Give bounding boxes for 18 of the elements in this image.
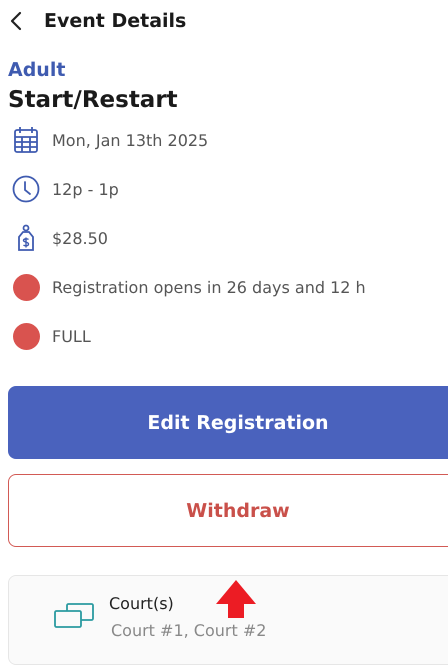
event-category: Adult: [8, 59, 66, 81]
info-text: Registration opens in 26 days and 12 h: [52, 278, 366, 296]
info-text: 12p - 1p: [52, 180, 119, 198]
info-text: Mon, Jan 13th 2025: [52, 130, 208, 150]
info-text: $28.50: [52, 228, 108, 248]
clock-icon: [12, 175, 40, 203]
info-text: FULL: [52, 326, 91, 346]
courts-label: Court(s): [109, 594, 175, 613]
courts-icon: [53, 602, 95, 630]
back-icon[interactable]: [10, 11, 22, 31]
screen-title: Event Details: [44, 10, 186, 32]
price-tag-icon: [17, 224, 35, 252]
calendar-icon: [13, 126, 39, 154]
courts-value: Court #1, Court #2: [111, 621, 266, 640]
edit-registration-button[interactable]: Edit Registration: [8, 386, 448, 459]
event-title: Start/Restart: [8, 87, 179, 113]
annotation-arrow-icon: [216, 580, 256, 618]
withdraw-button[interactable]: Withdraw: [8, 474, 448, 547]
